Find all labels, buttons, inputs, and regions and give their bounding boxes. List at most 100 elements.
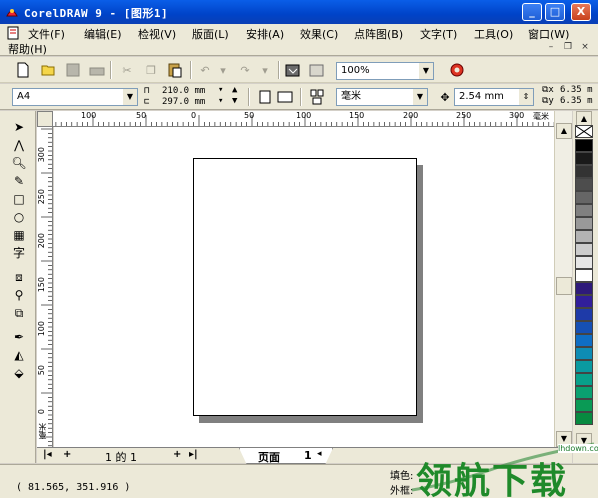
menu-window[interactable]: 窗口(W) <box>528 26 569 42</box>
cut-icon[interactable]: ✂ <box>118 61 136 79</box>
export-icon[interactable] <box>308 61 326 79</box>
color-swatch[interactable] <box>575 165 593 178</box>
graph-paper-tool-icon[interactable]: ▦ <box>10 227 28 243</box>
no-fill-swatch[interactable] <box>575 125 593 138</box>
open-icon[interactable] <box>40 61 58 79</box>
duplicate-x-field[interactable]: 6.35 m <box>560 85 593 95</box>
menu-arrange[interactable]: 安排(A) <box>246 26 284 42</box>
menu-bitmaps[interactable]: 点阵图(B) <box>354 26 403 42</box>
portrait-icon[interactable] <box>256 88 274 106</box>
interactive-fill-tool-icon[interactable]: ⧉ <box>10 305 28 321</box>
color-swatch[interactable] <box>575 412 593 425</box>
color-swatch[interactable] <box>575 399 593 412</box>
menu-file[interactable]: 文件(F) <box>28 26 65 42</box>
color-swatch[interactable] <box>575 204 593 217</box>
mdi-close-icon[interactable]: × <box>579 42 591 53</box>
print-icon[interactable] <box>88 61 106 79</box>
color-swatch[interactable] <box>575 256 593 269</box>
undo-icon[interactable]: ↶ <box>196 61 214 79</box>
undo-dropdown-icon[interactable]: ▾ <box>214 61 232 79</box>
landscape-icon[interactable] <box>276 88 294 106</box>
add-page-after-icon[interactable]: + <box>173 449 181 460</box>
scroll-up-icon[interactable]: ▲ <box>556 123 572 139</box>
scroll-thumb[interactable] <box>556 277 572 295</box>
vertical-ruler[interactable]: 300 250 200 150 100 50 0 毫米 <box>37 127 53 447</box>
color-swatch[interactable] <box>575 152 593 165</box>
color-swatch[interactable] <box>575 282 593 295</box>
outline-tool-icon[interactable]: ✒ <box>10 329 28 345</box>
spinner-icon[interactable]: ⇕ <box>519 89 533 105</box>
menu-help[interactable]: 帮助(H) <box>8 41 47 57</box>
nudge-offset-field[interactable]: 2.54 mm ⇕ <box>454 88 534 106</box>
redo-dropdown-icon[interactable]: ▾ <box>256 61 274 79</box>
color-swatch[interactable] <box>575 217 593 230</box>
zoom-level-combo[interactable]: 100% ▼ <box>336 62 434 80</box>
maximize-button[interactable]: □ <box>545 3 565 21</box>
horizontal-ruler[interactable]: 100 50 0 50 100 150 200 250 300 毫米 <box>37 111 554 127</box>
eyedropper-tool-icon[interactable]: ⚲ <box>10 287 28 303</box>
vertical-scrollbar[interactable]: ▲ ▼ <box>554 111 572 447</box>
color-swatch[interactable] <box>575 360 593 373</box>
color-swatch[interactable] <box>575 139 593 152</box>
minimize-button[interactable]: _ <box>522 3 542 21</box>
color-swatch[interactable] <box>575 295 593 308</box>
menu-edit[interactable]: 编辑(E) <box>84 26 122 42</box>
freehand-tool-icon[interactable]: ✎ <box>10 173 28 189</box>
mdi-restore-icon[interactable]: ❐ <box>562 42 574 53</box>
drawing-canvas[interactable] <box>54 127 554 447</box>
scroll-left-icon[interactable]: ◂ <box>317 449 322 459</box>
page-width-field[interactable]: 210.0 mm <box>162 86 205 96</box>
paste-icon[interactable] <box>166 61 184 79</box>
color-swatch[interactable] <box>575 334 593 347</box>
redo-icon[interactable]: ↷ <box>236 61 254 79</box>
first-page-icon[interactable]: |◂ <box>43 449 52 460</box>
color-swatch[interactable] <box>575 178 593 191</box>
ellipse-tool-icon[interactable]: ○ <box>10 209 28 225</box>
menu-layout[interactable]: 版面(L) <box>192 26 229 42</box>
color-swatch[interactable] <box>575 191 593 204</box>
color-swatch[interactable] <box>575 321 593 334</box>
text-tool-icon[interactable]: 字 <box>10 245 28 261</box>
color-swatch[interactable] <box>575 230 593 243</box>
close-button[interactable]: X <box>571 3 591 21</box>
rectangle-tool-icon[interactable]: □ <box>10 191 28 207</box>
duplicate-y-field[interactable]: 6.35 m <box>560 96 593 106</box>
paint-bucket-icon[interactable]: ⬙ <box>10 365 28 381</box>
height-down-icon[interactable]: ▼ <box>232 96 237 106</box>
page-layout-icon[interactable] <box>308 88 326 106</box>
ruler-origin-corner[interactable] <box>37 111 53 127</box>
new-icon[interactable] <box>14 61 32 79</box>
menu-effects[interactable]: 效果(C) <box>300 26 338 42</box>
coreldraw-app-icon[interactable] <box>4 4 20 20</box>
chevron-down-icon[interactable]: ▼ <box>413 89 427 105</box>
width-up-icon[interactable]: ▲ <box>232 85 237 95</box>
chevron-down-icon[interactable]: ▼ <box>123 89 137 105</box>
copy-icon[interactable]: ❐ <box>142 61 160 79</box>
zoom-tool-icon[interactable]: 🔍︎ <box>10 155 28 171</box>
drawing-page[interactable] <box>193 158 417 416</box>
color-swatch[interactable] <box>575 308 593 321</box>
menu-text[interactable]: 文字(T) <box>420 26 457 42</box>
height-spin-icon[interactable]: ▾ <box>218 96 223 106</box>
mdi-minimize-icon[interactable]: – <box>545 42 557 53</box>
units-combo[interactable]: 毫米 ▼ <box>336 88 428 106</box>
page-height-field[interactable]: 297.0 mm <box>162 97 205 107</box>
application-launcher-icon[interactable] <box>448 61 466 79</box>
document-icon[interactable] <box>6 26 22 40</box>
color-swatch[interactable] <box>575 269 593 282</box>
fill-tool-icon[interactable]: ◭ <box>10 347 28 363</box>
menu-view[interactable]: 检视(V) <box>138 26 176 42</box>
color-swatch[interactable] <box>575 243 593 256</box>
chevron-down-icon[interactable]: ▼ <box>419 63 433 79</box>
pick-tool-icon[interactable]: ➤ <box>10 119 28 135</box>
shape-tool-icon[interactable]: ⋀ <box>10 137 28 153</box>
color-swatch[interactable] <box>575 347 593 360</box>
color-swatch[interactable] <box>575 373 593 386</box>
width-spin-icon[interactable]: ▾ <box>218 85 223 95</box>
save-icon[interactable] <box>64 61 82 79</box>
last-page-icon[interactable]: ▸| <box>189 449 198 460</box>
color-swatch[interactable] <box>575 386 593 399</box>
add-page-before-icon[interactable]: + <box>63 449 71 460</box>
interactive-blend-tool-icon[interactable]: ⧈ <box>10 269 28 285</box>
menu-tools[interactable]: 工具(O) <box>474 26 513 42</box>
